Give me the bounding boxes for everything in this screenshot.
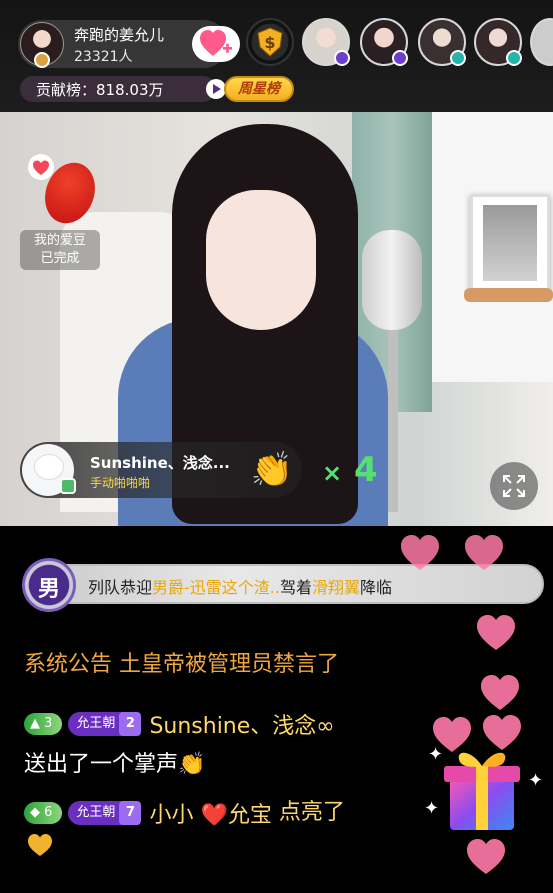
chat-text: 点亮了	[278, 800, 345, 825]
fullscreen-button[interactable]	[490, 462, 538, 510]
floating-heart-icon	[477, 615, 515, 650]
top-bar: 奔跑的姜允儿 23321人 $ 贡献榜：818.03万 周星榜	[0, 0, 553, 112]
background-table	[464, 288, 553, 302]
gift-box-icon[interactable]	[440, 740, 524, 832]
microphone-stand	[388, 322, 398, 512]
gift-notification: Sunshine、浅念... 手动啪啪啪 👏	[20, 442, 302, 498]
top-viewer-avatar[interactable]	[360, 18, 408, 66]
fan-club-level: 2	[119, 712, 142, 736]
top-viewer-avatar[interactable]	[530, 18, 553, 66]
follow-heart-icon	[200, 30, 232, 56]
arrow-right-icon	[206, 79, 226, 99]
clipped-message-remnant	[28, 612, 208, 620]
fan-club-level: 7	[119, 801, 142, 825]
clap-icon: 👏	[178, 752, 206, 777]
gift-combo-count: × 4	[322, 450, 378, 490]
entry-suffix: 降临	[360, 578, 393, 597]
top-viewer-avatar[interactable]	[418, 18, 466, 66]
idol-task-label: 我的爱豆 已完成	[20, 230, 100, 270]
heart-icon	[28, 154, 54, 180]
user-level-badge: ◆ 6	[24, 802, 63, 824]
user-level: 3	[44, 716, 53, 731]
live-video[interactable]: 我的爱豆 已完成 Sunshine、浅念... 手动啪啪啪 👏 × 4	[0, 112, 553, 526]
fan-club-name: 允王朝	[76, 805, 116, 820]
chat-username[interactable]: 小小 ❤️允宝	[149, 803, 271, 828]
system-announcement: 系统公告 土皇帝被管理员禁言了	[24, 646, 339, 678]
system-title: 系统公告	[24, 652, 113, 677]
username-part: 小小	[149, 803, 194, 828]
idol-task-widget[interactable]: 我的爱豆 已完成	[20, 152, 104, 272]
host-name: 奔跑的姜允儿	[74, 26, 165, 44]
gift-count-symbol: ×	[322, 459, 343, 487]
contribution-ranking-button[interactable]: 贡献榜：818.03万	[20, 76, 226, 102]
entry-mid: 驾着	[279, 578, 312, 597]
chat-username[interactable]: Sunshine、浅念∞	[149, 714, 334, 739]
contribution-label: 贡献榜：818.03万	[36, 81, 164, 99]
entry-rank: 男爵	[152, 578, 185, 597]
task-label-line: 已完成	[40, 251, 80, 266]
rank-badge-button[interactable]: $	[246, 18, 294, 66]
floating-heart-icon	[401, 535, 439, 570]
top-viewer-avatar[interactable]	[302, 18, 350, 66]
microphone	[362, 230, 422, 330]
user-level: 6	[44, 805, 53, 820]
floating-heart-icon	[467, 839, 505, 874]
sparkle-icon: ✦	[528, 770, 544, 791]
sender-level-badge	[60, 478, 76, 494]
gift-count-value: 4	[353, 450, 378, 490]
svg-text:$: $	[264, 33, 275, 52]
heart-icon	[28, 834, 52, 856]
system-body: 土皇帝被管理员禁言了	[119, 652, 340, 677]
entry-prefix: 列队恭迎	[88, 578, 153, 597]
chat-message-text: 送出了一个掌声👏	[24, 746, 205, 778]
host-fan-count: 23321人	[74, 49, 133, 65]
chat-area[interactable]: 男 列队恭迎男爵-迅雷这个渣..驾着滑翔翼降临 系统公告 土皇帝被管理员禁言了 …	[0, 526, 553, 893]
chat-text: 送出了一个掌声	[24, 752, 179, 777]
host-info[interactable]: 奔跑的姜允儿 23321人	[18, 20, 240, 68]
task-label-line: 我的爱豆	[33, 233, 86, 248]
baron-badge-icon: 男	[22, 558, 76, 612]
host-level-badge	[34, 52, 50, 68]
entry-badge-label: 男	[37, 577, 60, 602]
streamer-face	[206, 190, 316, 330]
entry-vehicle: 滑翔翼	[312, 578, 361, 597]
follow-button[interactable]	[192, 26, 240, 62]
heart-icon: ❤️	[193, 803, 228, 828]
entry-user[interactable]: -迅雷这个渣..	[184, 578, 280, 597]
top-viewer-avatar[interactable]	[474, 18, 522, 66]
weekly-star-button[interactable]: 周星榜	[224, 76, 294, 102]
fan-club-badge: 允王朝 7	[68, 801, 142, 825]
user-level-badge: ▲ 3	[24, 713, 63, 735]
viewer-rank-mark	[506, 50, 522, 66]
entry-message: 列队恭迎男爵-迅雷这个渣..驾着滑翔翼降临	[88, 574, 392, 598]
chat-message[interactable]: ▲ 3 允王朝 2 Sunshine、浅念∞	[24, 708, 335, 740]
clap-icon: 👏	[250, 450, 294, 490]
viewer-rank-mark	[334, 50, 350, 66]
fan-club-badge: 允王朝 2	[68, 712, 142, 736]
sparkle-icon: ✦	[424, 798, 440, 819]
chat-message[interactable]: ◆ 6 允王朝 7 小小 ❤️允宝 点亮了	[24, 794, 345, 829]
username-part: 允宝	[227, 803, 272, 828]
fullscreen-icon	[503, 475, 525, 497]
rank-shield-icon: $	[257, 27, 283, 57]
floating-heart-icon	[465, 535, 503, 570]
background-photo-frame	[470, 194, 550, 294]
gift-sender-name: Sunshine、浅念...	[90, 454, 230, 472]
gift-name: 手动啪啪啪	[90, 476, 151, 490]
fan-club-name: 允王朝	[76, 716, 116, 731]
viewer-rank-mark	[392, 50, 408, 66]
floating-heart-icon	[481, 675, 519, 710]
viewer-rank-mark	[450, 50, 466, 66]
